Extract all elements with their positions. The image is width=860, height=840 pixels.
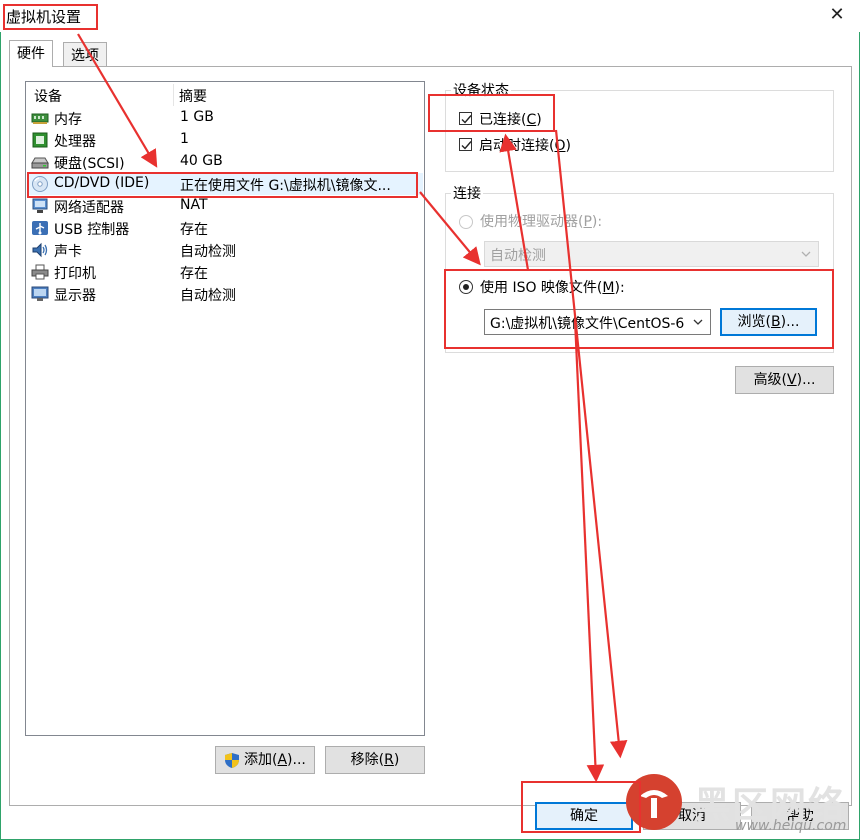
arrow-connected-to-ok <box>554 129 628 759</box>
arrow-iso-to-connected <box>499 133 530 271</box>
annotation-arrows <box>77 33 628 783</box>
arrow-title-to-cd-dvd <box>77 33 158 168</box>
arrow-cd-dvd-to-iso <box>419 191 481 266</box>
tab-hardware[interactable]: 硬件 <box>9 40 53 67</box>
arrow-iso-to-ok <box>573 319 605 783</box>
